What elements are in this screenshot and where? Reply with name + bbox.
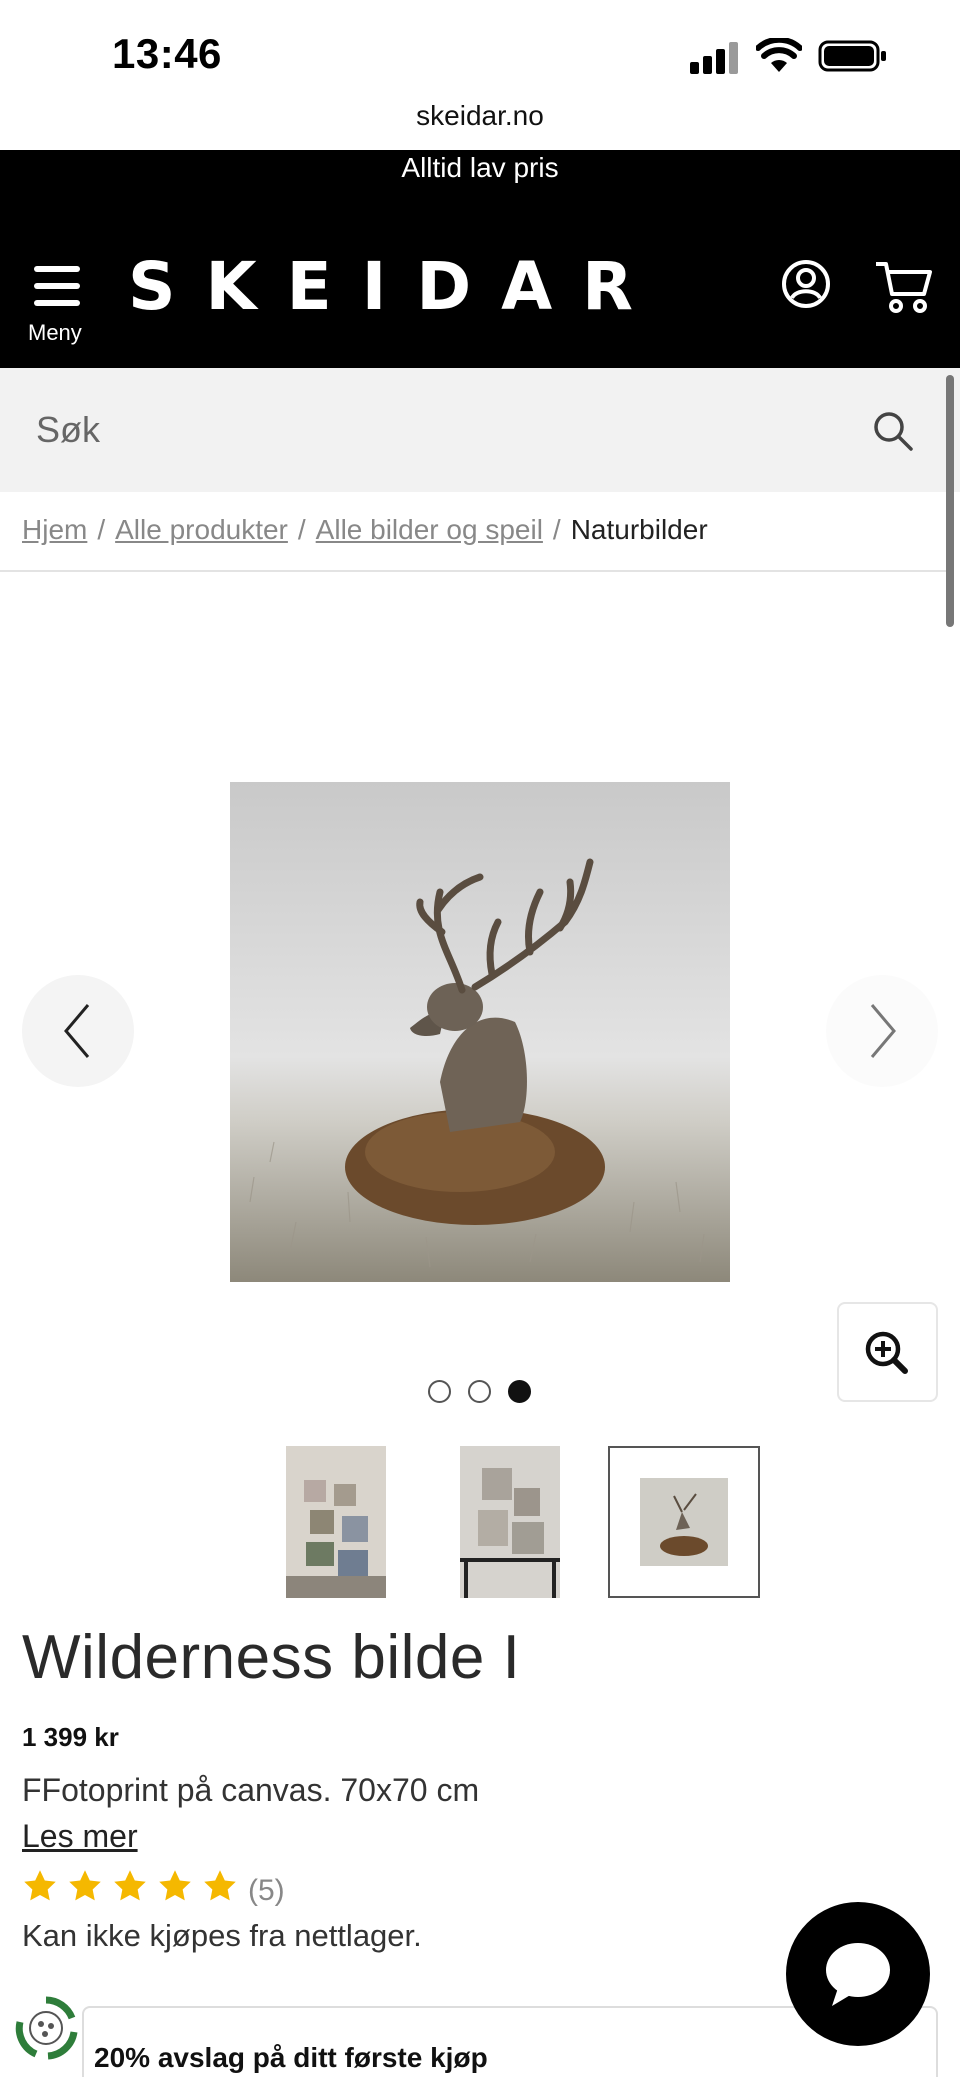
zoom-in-icon xyxy=(865,1331,908,1374)
product-title: Wilderness bilde I xyxy=(22,1623,521,1692)
product-description: FFotoprint på canvas. 70x70 cm xyxy=(22,1772,480,1808)
product-price: 1 399 kr xyxy=(22,1722,119,1752)
url-bar[interactable]: skeidar.no xyxy=(0,100,960,150)
search-input[interactable] xyxy=(36,404,836,456)
gallery-pagination xyxy=(428,1380,536,1404)
breadcrumb-separator: / xyxy=(297,514,306,545)
breadcrumb-separator: / xyxy=(552,514,561,545)
user-icon[interactable] xyxy=(780,258,832,310)
thumbnail-2[interactable] xyxy=(434,1446,586,1598)
promo-banner: Alltid lav pris xyxy=(401,152,559,183)
page-scrollbar[interactable] xyxy=(946,375,954,627)
star-icon xyxy=(159,1870,191,1901)
menu-button[interactable]: Meny xyxy=(26,260,106,350)
deer-illustration xyxy=(230,782,730,1282)
menu-label: Meny xyxy=(28,320,82,345)
thumbnail-1[interactable] xyxy=(260,1446,412,1598)
battery-icon xyxy=(818,40,886,72)
thumbnail-image xyxy=(286,1446,386,1598)
eco-icon[interactable] xyxy=(14,1996,78,2060)
gallery-prev-button[interactable] xyxy=(22,975,134,1087)
wifi-icon xyxy=(756,38,802,72)
star-icon xyxy=(204,1870,236,1901)
breadcrumb-all-products[interactable]: Alle produkter xyxy=(115,514,288,545)
review-count[interactable]: (5) xyxy=(248,1874,285,1908)
thumbnail-3-selected[interactable] xyxy=(608,1446,760,1598)
breadcrumb-separator: / xyxy=(97,514,106,545)
breadcrumb-current: Naturbilder xyxy=(570,514,708,545)
status-bar: 13:46 xyxy=(0,0,960,110)
discount-text: 20% avslag på ditt første kjøp xyxy=(94,2042,488,2073)
chevron-right-icon xyxy=(870,1004,896,1058)
site-logo[interactable]: SKEIDAR xyxy=(128,248,663,325)
status-time: 13:46 xyxy=(112,30,222,77)
read-more-link[interactable]: Les mer xyxy=(22,1818,138,1855)
thumbnail-image xyxy=(640,1478,728,1566)
gallery-dot-active[interactable] xyxy=(508,1380,531,1403)
signal-icon xyxy=(690,42,740,74)
chat-icon xyxy=(826,1943,890,2006)
breadcrumb: Hjem / Alle produkter / Alle bilder og speil… xyxy=(22,514,708,546)
site-header: Alltid lav pris Meny SKEIDAR xyxy=(0,150,960,368)
breadcrumb-pictures-mirrors[interactable]: Alle bilder og speil xyxy=(316,514,543,545)
gallery-dot[interactable] xyxy=(468,1380,491,1403)
chevron-left-icon xyxy=(64,1004,90,1058)
star-icon xyxy=(69,1870,101,1901)
product-image[interactable] xyxy=(230,782,730,1282)
thumbnail-image xyxy=(460,1446,560,1598)
star-icon xyxy=(114,1870,146,1901)
gallery-next-button[interactable] xyxy=(826,975,938,1087)
zoom-button[interactable] xyxy=(837,1302,938,1402)
chat-button[interactable] xyxy=(786,1902,930,2046)
divider xyxy=(0,570,950,572)
search-bar xyxy=(0,368,960,492)
cart-icon[interactable] xyxy=(874,258,934,314)
availability-status: Kan ikke kjøpes fra nettlager. xyxy=(22,1918,422,1953)
star-icon xyxy=(24,1870,56,1901)
search-icon[interactable] xyxy=(872,410,914,452)
gallery-dot[interactable] xyxy=(428,1380,451,1403)
breadcrumb-home[interactable]: Hjem xyxy=(22,514,87,545)
thumbnail-strip xyxy=(0,1446,960,1598)
